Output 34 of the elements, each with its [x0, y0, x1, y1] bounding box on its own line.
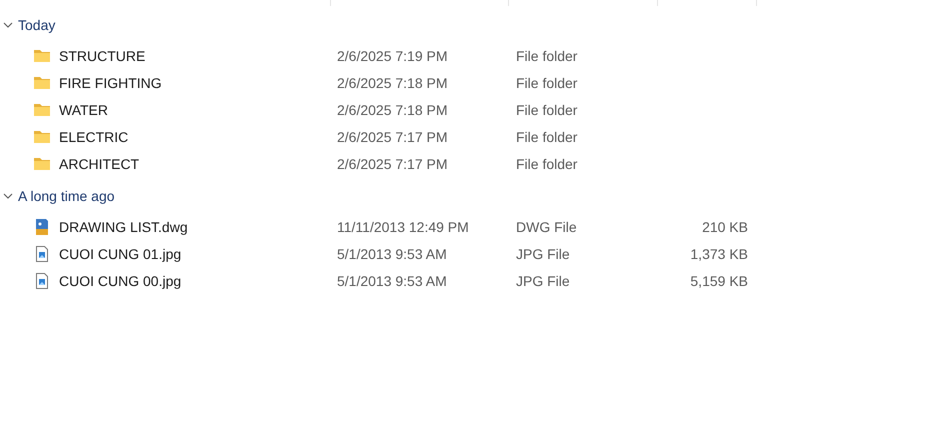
group-header[interactable]: A long time ago [0, 183, 121, 209]
file-type: JPG File [516, 272, 570, 288]
file-name[interactable]: ARCHITECT [59, 156, 140, 172]
file-type: JPG File [516, 246, 570, 262]
file-name[interactable]: DRAWING LIST.dwg [59, 218, 188, 234]
file-type: File folder [516, 128, 578, 144]
file-name[interactable]: FIRE FIGHTING [59, 74, 162, 90]
file-size: 210 KB [702, 218, 748, 234]
file-name[interactable]: CUOI CUNG 00.jpg [59, 272, 182, 288]
date-modified: 2/6/2025 7:19 PM [337, 48, 448, 64]
file-name[interactable]: WATER [59, 102, 108, 118]
file-type: File folder [516, 48, 578, 64]
date-modified: 2/6/2025 7:18 PM [337, 102, 448, 118]
group-header[interactable]: Today [0, 12, 62, 38]
date-modified: 2/6/2025 7:17 PM [337, 156, 448, 172]
file-name[interactable]: CUOI CUNG 01.jpg [59, 246, 182, 262]
date-modified: 5/1/2013 9:53 AM [337, 272, 447, 288]
chevron-icon [3, 20, 13, 30]
date-modified: 2/6/2025 7:18 PM [337, 74, 448, 90]
file-type: DWG File [516, 218, 577, 234]
drawing-file-icon [33, 218, 51, 236]
file-size: 5,159 KB [690, 272, 748, 288]
file-name[interactable]: ELECTRIC [59, 128, 128, 144]
date-modified: 2/6/2025 7:17 PM [337, 128, 448, 144]
file-size: 1,373 KB [690, 246, 748, 262]
image-file-icon [33, 272, 51, 290]
date-modified: 11/11/2013 12:49 PM [337, 218, 469, 234]
file-type: File folder [516, 156, 578, 172]
file-type: File folder [516, 102, 578, 118]
date-modified: 5/1/2013 9:53 AM [337, 246, 447, 262]
chevron-icon [3, 191, 13, 201]
file-type: File folder [516, 74, 578, 90]
image-file-icon [33, 244, 51, 262]
file-name[interactable]: STRUCTURE [59, 48, 146, 64]
